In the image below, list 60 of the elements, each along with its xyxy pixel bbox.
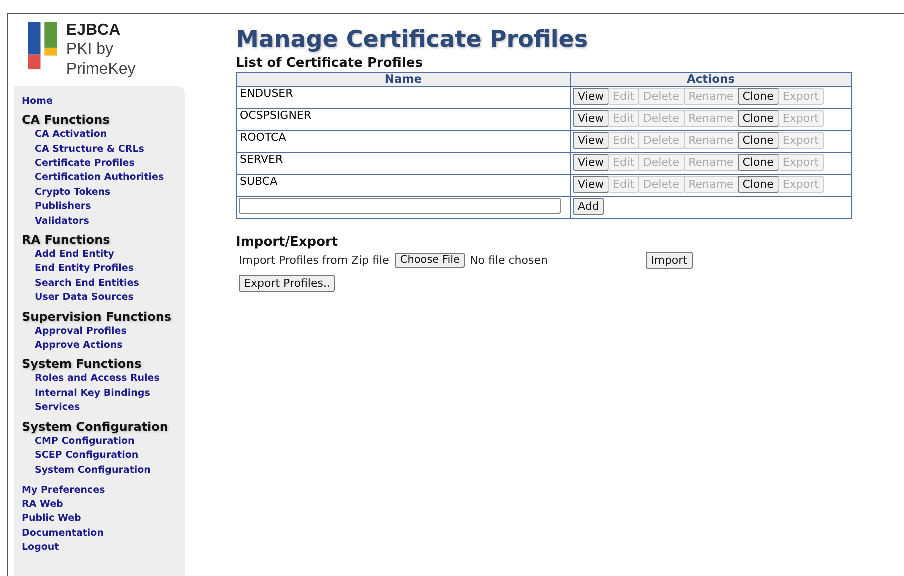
nav-link[interactable]: Certificate Profiles [35, 157, 135, 172]
nav-link[interactable]: Add End Entity [35, 248, 114, 262]
column-header: Name [236, 72, 570, 86]
nav-link[interactable]: Certification Authorities [35, 171, 164, 186]
action-button[interactable]: View [573, 110, 610, 127]
nav-link[interactable]: CA Structure & CRLs [35, 142, 144, 158]
logo-title: EJBCA [66, 22, 122, 40]
logo-icon [28, 22, 58, 70]
nav-link[interactable]: User Data Sources [35, 291, 134, 306]
nav-link[interactable]: CMP Configuration [35, 434, 135, 450]
action-button[interactable]: Clone [738, 154, 779, 171]
nav-link[interactable]: SCEP Configuration [35, 449, 139, 464]
nav-link[interactable]: Crypto Tokens [35, 186, 111, 200]
action-button[interactable]: Clone [738, 132, 779, 149]
action-button[interactable]: Clone [738, 88, 779, 105]
choose-file-button[interactable]: Choose File [395, 252, 466, 268]
nav-section-heading: System Functions [22, 357, 142, 372]
nav-link[interactable]: Internal Key Bindings [35, 386, 150, 402]
nav-section-heading: System Configuration [22, 420, 168, 435]
nav-link[interactable]: Approve Actions [35, 339, 123, 354]
nav-section-heading: Supervision Functions [22, 310, 172, 325]
import-label: Import Profiles from Zip file [239, 254, 390, 266]
nav-link[interactable]: Roles and Access Rules [35, 372, 160, 387]
export-button[interactable]: Export Profiles.. [239, 275, 336, 292]
table-cell: SERVER [236, 152, 570, 174]
nav-link[interactable]: Services [35, 401, 80, 416]
nav-link[interactable]: End Entity Profiles [35, 262, 134, 277]
table-cell: SUBCA [236, 174, 570, 196]
add-button[interactable]: Add [573, 198, 604, 215]
nav-link[interactable]: Publishers [35, 200, 92, 215]
action-button[interactable]: View [573, 154, 610, 171]
action-button[interactable]: View [573, 176, 610, 193]
table-title: List of Certificate Profiles [236, 56, 424, 72]
nav-link[interactable]: Search End Entities [35, 276, 140, 292]
section-title: Import/Export [236, 235, 340, 251]
column-header: Actions [570, 72, 852, 86]
nav-link[interactable]: RA Web [22, 498, 64, 512]
import-button[interactable]: Import [646, 252, 692, 268]
input-field[interactable] [239, 198, 561, 214]
nav-link[interactable]: System Configuration [35, 464, 151, 478]
action-button[interactable]: Clone [738, 110, 779, 127]
nav-link[interactable]: Logout [22, 540, 60, 555]
action-button[interactable]: Clone [738, 176, 779, 193]
nav-link[interactable]: Documentation [22, 526, 104, 541]
nav-section-heading: RA Functions [22, 233, 110, 248]
file-status: No file chosen [470, 254, 548, 266]
table-cell: OCSPSIGNER [236, 108, 570, 130]
nav-link[interactable]: Approval Profiles [35, 324, 127, 340]
action-button[interactable]: View [573, 132, 610, 149]
nav-link[interactable]: Home [22, 95, 53, 110]
page-title: Manage Certificate Profiles [236, 26, 590, 54]
nav-link[interactable]: Public Web [22, 512, 82, 527]
nav-link[interactable]: My Preferences [22, 484, 106, 498]
nav-section-heading: CA Functions [22, 113, 110, 128]
nav-link[interactable]: Validators [35, 214, 90, 230]
table-cell: ENDUSER [236, 86, 570, 108]
logo-subtitle: PKI by PrimeKey [66, 40, 137, 80]
action-button[interactable]: View [573, 88, 610, 105]
table-cell: ROOTCA [236, 130, 570, 152]
nav-link[interactable]: CA Activation [35, 128, 108, 143]
